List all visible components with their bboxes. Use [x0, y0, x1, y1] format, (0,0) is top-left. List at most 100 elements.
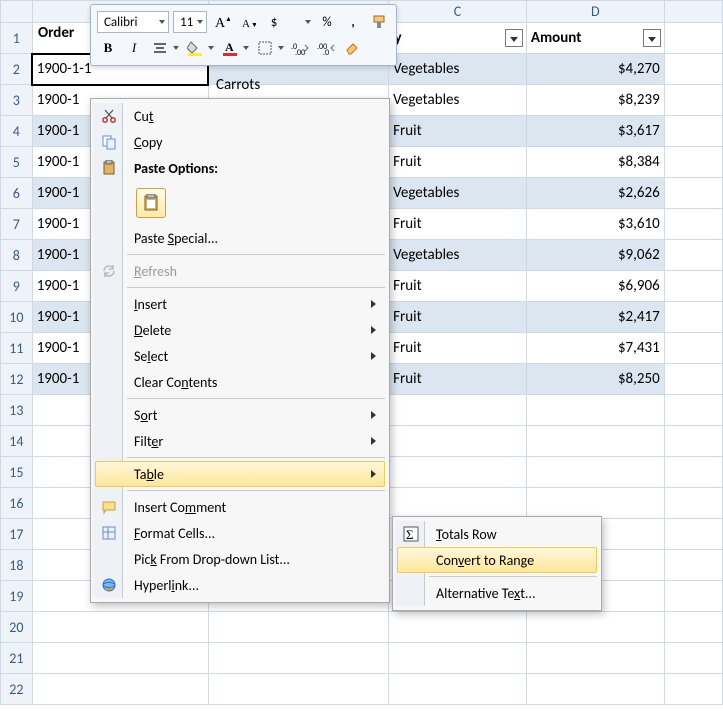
table-header-amount[interactable]: Amount	[526, 23, 664, 54]
increase-decimal-button[interactable]: .0.00	[289, 37, 311, 59]
borders-button[interactable]	[254, 37, 276, 59]
cell[interactable]: Vegetables	[389, 54, 527, 85]
cell[interactable]	[208, 643, 388, 674]
menu-sort[interactable]: Sort	[95, 402, 385, 428]
submenu-alternative-text[interactable]: Alternative Text...	[397, 580, 597, 606]
row-header[interactable]: 11	[1, 333, 33, 364]
menu-hyperlink[interactable]: Hyperlink...	[95, 572, 385, 598]
menu-table[interactable]: Table	[95, 461, 385, 487]
menu-paste-option-values[interactable]	[95, 181, 385, 225]
menu-copy[interactable]: Copy	[95, 129, 385, 155]
row-header[interactable]: 22	[1, 674, 33, 705]
cell[interactable]	[664, 581, 722, 612]
cell[interactable]: Fruit	[389, 147, 527, 178]
cell[interactable]	[208, 674, 388, 705]
cell[interactable]	[526, 395, 664, 426]
menu-paste-special[interactable]: Paste Special...	[95, 225, 385, 251]
align-dropdown[interactable]	[171, 37, 180, 59]
cell[interactable]	[526, 426, 664, 457]
menu-insert-comment[interactable]: Insert Comment	[95, 494, 385, 520]
cell[interactable]: Fruit	[389, 302, 527, 333]
row-header[interactable]: 20	[1, 612, 33, 643]
cell[interactable]	[526, 643, 664, 674]
menu-filter[interactable]: Filter	[95, 428, 385, 454]
cell[interactable]	[664, 333, 722, 364]
row-header[interactable]: 4	[1, 116, 33, 147]
row-header[interactable]: 21	[1, 643, 33, 674]
cell[interactable]	[526, 457, 664, 488]
cell[interactable]: Fruit	[389, 209, 527, 240]
select-all-corner[interactable]	[1, 1, 33, 23]
font-color-button[interactable]: A	[219, 37, 241, 59]
cell[interactable]: Fruit	[389, 364, 527, 395]
accounting-format-dropdown[interactable]	[303, 11, 312, 33]
cell[interactable]	[664, 550, 722, 581]
row-header[interactable]: 18	[1, 550, 33, 581]
submenu-convert-to-range[interactable]: Convert to Range	[397, 547, 597, 573]
row-header[interactable]: 3	[1, 85, 33, 116]
cell[interactable]	[664, 457, 722, 488]
shrink-font-button[interactable]: A▼	[237, 11, 259, 33]
row-header[interactable]: 5	[1, 147, 33, 178]
submenu-totals-row[interactable]: Σ Totals Row	[397, 521, 597, 547]
cell[interactable]	[32, 674, 208, 705]
cell[interactable]	[208, 612, 388, 643]
cell[interactable]	[664, 147, 722, 178]
cell[interactable]	[32, 612, 208, 643]
cell[interactable]: $4,270	[526, 54, 664, 85]
row-header[interactable]: 16	[1, 488, 33, 519]
cell[interactable]: Fruit	[389, 271, 527, 302]
row-header[interactable]: 17	[1, 519, 33, 550]
font-name-select[interactable]: Calibri	[97, 11, 169, 33]
col-header-d[interactable]: D	[526, 1, 664, 23]
cell[interactable]	[664, 178, 722, 209]
fill-color-button[interactable]	[184, 37, 206, 59]
align-center-button[interactable]	[149, 37, 171, 59]
cell[interactable]: $7,431	[526, 333, 664, 364]
cell[interactable]	[526, 674, 664, 705]
row-header[interactable]: 13	[1, 395, 33, 426]
cell[interactable]	[664, 643, 722, 674]
cell[interactable]: Fruit	[389, 333, 527, 364]
row-header[interactable]: 1	[1, 23, 33, 54]
cell[interactable]: Fruit	[389, 116, 527, 147]
font-size-select[interactable]: 11	[173, 11, 207, 33]
cell[interactable]: $8,384	[526, 147, 664, 178]
menu-delete[interactable]: Delete	[95, 317, 385, 343]
cell[interactable]: $6,906	[526, 271, 664, 302]
cell[interactable]	[664, 674, 722, 705]
cell[interactable]: $8,250	[526, 364, 664, 395]
cell[interactable]	[664, 240, 722, 271]
font-color-dropdown[interactable]	[241, 37, 250, 59]
row-header[interactable]: 8	[1, 240, 33, 271]
row-header[interactable]: 14	[1, 426, 33, 457]
table-header-category[interactable]: ry	[389, 23, 527, 54]
cell[interactable]	[389, 612, 527, 643]
cell[interactable]	[664, 23, 722, 54]
cell[interactable]	[389, 457, 527, 488]
percent-format-button[interactable]: %	[316, 11, 338, 33]
menu-cut[interactable]: Cut	[95, 103, 385, 129]
fill-color-dropdown[interactable]	[206, 37, 215, 59]
cell[interactable]	[389, 395, 527, 426]
cell[interactable]: $3,617	[526, 116, 664, 147]
menu-clear-contents[interactable]: Clear Contents	[95, 369, 385, 395]
cell[interactable]: Vegetables	[389, 178, 527, 209]
cell[interactable]	[664, 116, 722, 147]
cell[interactable]	[664, 85, 722, 116]
menu-format-cells[interactable]: Format Cells...	[95, 520, 385, 546]
cell[interactable]	[664, 426, 722, 457]
cell[interactable]	[664, 54, 722, 85]
row-header[interactable]: 2	[1, 54, 33, 85]
cell[interactable]	[664, 364, 722, 395]
comma-format-button[interactable]: ,	[342, 11, 364, 33]
format-painter-button[interactable]	[368, 11, 390, 33]
row-header[interactable]: 15	[1, 457, 33, 488]
cell[interactable]	[664, 209, 722, 240]
cell[interactable]	[664, 271, 722, 302]
row-header[interactable]: 10	[1, 302, 33, 333]
cell[interactable]: $8,239	[526, 85, 664, 116]
cell[interactable]: $2,417	[526, 302, 664, 333]
menu-insert[interactable]: Insert	[95, 291, 385, 317]
clear-format-button[interactable]	[341, 37, 363, 59]
